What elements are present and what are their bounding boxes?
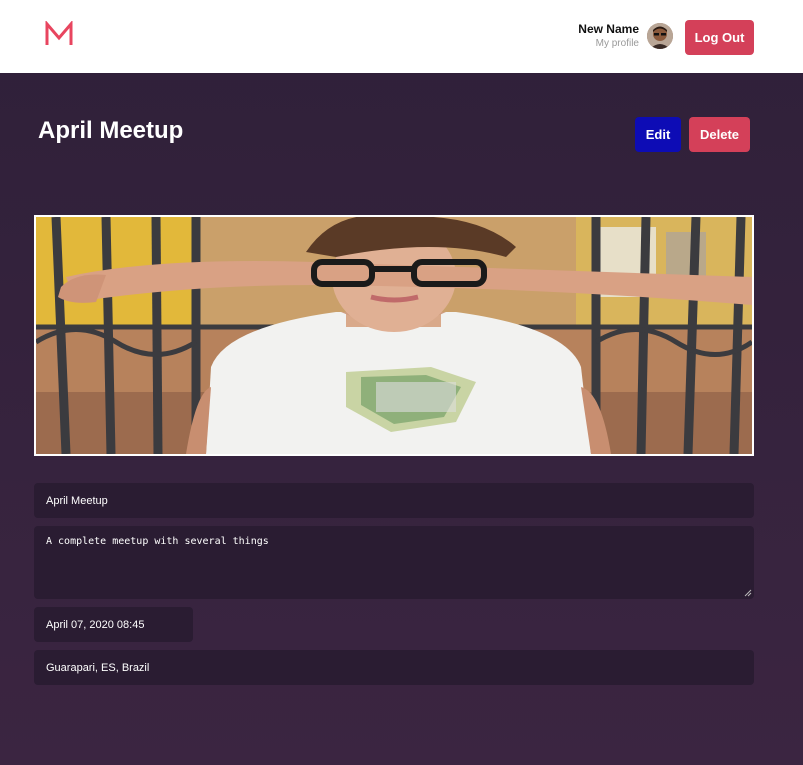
my-profile-link[interactable]: My profile xyxy=(578,37,639,51)
meetapp-logo-icon[interactable] xyxy=(44,21,74,47)
banner-illustration xyxy=(36,217,752,454)
meetup-banner-image[interactable] xyxy=(34,215,754,456)
user-name: New Name xyxy=(578,22,639,36)
app-header: New Name My profile Log Out xyxy=(0,0,803,73)
title-input[interactable]: April Meetup xyxy=(34,483,754,518)
logout-button[interactable]: Log Out xyxy=(685,20,754,55)
delete-button[interactable]: Delete xyxy=(689,117,750,152)
page-title: April Meetup xyxy=(38,117,184,144)
resize-handle-icon[interactable] xyxy=(744,589,752,597)
edit-button[interactable]: Edit xyxy=(635,117,681,152)
avatar-icon[interactable] xyxy=(647,23,673,49)
description-text: A complete meetup with several things xyxy=(46,536,269,547)
profile-block: New Name My profile xyxy=(578,22,639,51)
location-input[interactable]: Guarapari, ES, Brazil xyxy=(34,650,754,685)
date-input[interactable]: April 07, 2020 08:45 xyxy=(34,607,193,642)
description-textarea[interactable]: A complete meetup with several things xyxy=(34,526,754,599)
